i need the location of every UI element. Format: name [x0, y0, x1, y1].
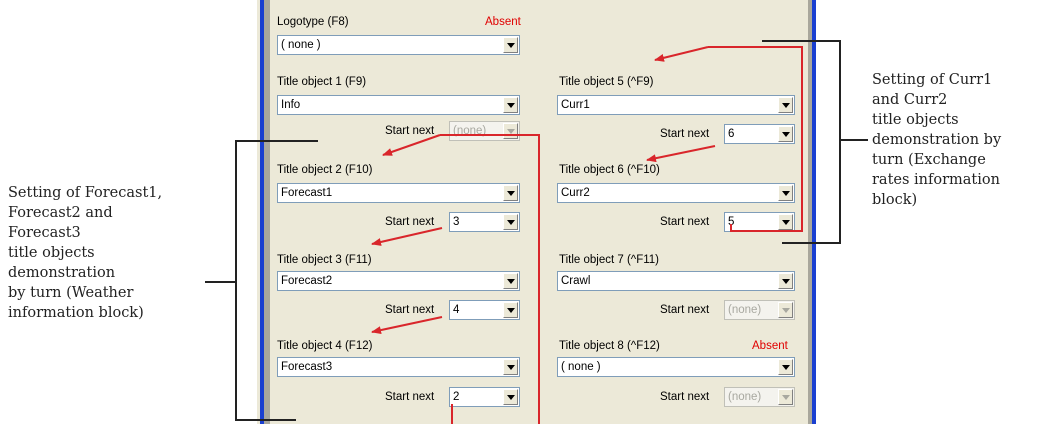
chevron-down-icon [778, 389, 793, 405]
title-object-8-start-next-select: (none) [724, 387, 795, 407]
title-object-1-start-next-value: (none) [453, 125, 487, 137]
title-object-4-start-next-value: 2 [453, 391, 460, 403]
chevron-down-icon[interactable] [778, 214, 793, 230]
title-object-8-label: Title object 8 (^F12) [559, 340, 660, 352]
chevron-down-icon[interactable] [778, 97, 793, 113]
title-object-2-select[interactable]: Forecast1 [277, 183, 520, 203]
logotype-absent-status: Absent [485, 16, 521, 28]
title-objects-panel: Logotype (F8) Absent ( none ) Title obje… [257, 0, 821, 424]
chevron-down-icon[interactable] [503, 185, 518, 201]
weather-annotation: Setting of Forecast1, Forecast2 and Fore… [8, 183, 162, 323]
chevron-down-icon[interactable] [778, 359, 793, 375]
title-object-5-start-next-select[interactable]: 6 [724, 124, 795, 144]
title-object-6-label: Title object 6 (^F10) [559, 164, 660, 176]
chevron-down-icon[interactable] [778, 273, 793, 289]
exchange-rates-annotation-line: title objects [872, 112, 959, 128]
title-object-7-select[interactable]: Crawl [557, 271, 795, 291]
weather-annotation-line: by turn (Weather [8, 285, 134, 301]
panel-right-border [812, 0, 816, 424]
chevron-down-icon[interactable] [503, 359, 518, 375]
logotype-label: Logotype (F8) [277, 16, 349, 28]
exchange-rates-annotation-line: demonstration by [872, 132, 1002, 148]
title-object-2-label: Title object 2 (F10) [277, 164, 373, 176]
title-object-5-start-next-label: Start next [660, 128, 710, 140]
chevron-down-icon [503, 123, 518, 139]
title-object-7-label: Title object 7 (^F11) [559, 254, 659, 266]
title-object-1-value: Info [281, 99, 301, 111]
chevron-down-icon[interactable] [778, 185, 793, 201]
chevron-down-icon [778, 302, 793, 318]
exchange-rates-annotation: Setting of Curr1 and Curr2 title objects… [872, 70, 1001, 210]
title-object-8-start-next-value: (none) [728, 391, 762, 403]
title-object-6-start-next-label: Start next [660, 216, 710, 228]
title-object-1-select[interactable]: Info [277, 95, 520, 115]
title-object-8-start-next-label: Start next [660, 391, 710, 403]
title-object-2-start-next-value: 3 [453, 216, 460, 228]
weather-annotation-line: information block) [8, 305, 144, 321]
title-object-7-start-next-value: (none) [728, 304, 762, 316]
title-object-1-start-next-select: (none) [449, 121, 520, 141]
title-object-8-absent-status: Absent [752, 340, 788, 352]
logotype-value: ( none ) [281, 39, 321, 51]
title-object-5-value: Curr1 [561, 99, 590, 111]
title-object-3-start-next-value: 4 [453, 304, 460, 316]
title-object-7-start-next-label: Start next [660, 304, 710, 316]
exchange-rates-annotation-line: block) [872, 192, 918, 208]
title-object-6-start-next-value: 5 [728, 216, 735, 228]
title-object-2-value: Forecast1 [281, 187, 333, 199]
chevron-down-icon[interactable] [503, 273, 518, 289]
chevron-down-icon[interactable] [503, 302, 518, 318]
title-object-2-start-next-label: Start next [385, 216, 435, 228]
logotype-select[interactable]: ( none ) [277, 35, 520, 55]
title-object-4-value: Forecast3 [281, 361, 333, 373]
title-object-8-value: ( none ) [561, 361, 601, 373]
title-object-8-select[interactable]: ( none ) [557, 357, 795, 377]
title-object-5-label: Title object 5 (^F9) [559, 76, 654, 88]
title-object-5-start-next-value: 6 [728, 128, 735, 140]
title-object-4-start-next-label: Start next [385, 391, 435, 403]
exchange-rates-annotation-line: and Curr2 [872, 92, 948, 108]
weather-annotation-line: Setting of Forecast1, [8, 185, 163, 201]
title-object-3-start-next-label: Start next [385, 304, 435, 316]
chevron-down-icon[interactable] [778, 126, 793, 142]
title-object-4-select[interactable]: Forecast3 [277, 357, 520, 377]
title-object-6-select[interactable]: Curr2 [557, 183, 795, 203]
title-object-3-label: Title object 3 (F11) [277, 254, 372, 266]
exchange-rates-annotation-line: Setting of Curr1 [872, 72, 993, 88]
chevron-down-icon[interactable] [503, 214, 518, 230]
title-object-3-select[interactable]: Forecast2 [277, 271, 520, 291]
title-object-4-start-next-select[interactable]: 2 [449, 387, 520, 407]
title-object-2-start-next-select[interactable]: 3 [449, 212, 520, 232]
title-object-5-select[interactable]: Curr1 [557, 95, 795, 115]
title-object-3-start-next-select[interactable]: 4 [449, 300, 520, 320]
chevron-down-icon[interactable] [503, 37, 518, 53]
title-object-6-value: Curr2 [561, 187, 590, 199]
exchange-rates-annotation-line: turn (Exchange [872, 152, 986, 168]
weather-annotation-line: Forecast2 and [8, 205, 113, 221]
title-object-7-value: Crawl [561, 275, 591, 287]
weather-annotation-line: title objects [8, 245, 95, 261]
weather-annotation-line: demonstration [8, 265, 116, 281]
title-object-7-start-next-select: (none) [724, 300, 795, 320]
title-object-3-value: Forecast2 [281, 275, 333, 287]
title-object-1-label: Title object 1 (F9) [277, 76, 367, 88]
chevron-down-icon[interactable] [503, 97, 518, 113]
title-object-1-start-next-label: Start next [385, 125, 435, 137]
title-object-4-label: Title object 4 (F12) [277, 340, 373, 352]
chevron-down-icon[interactable] [503, 389, 518, 405]
exchange-rates-annotation-line: rates information [872, 172, 1000, 188]
title-object-6-start-next-select[interactable]: 5 [724, 212, 795, 232]
weather-annotation-line: Forecast3 [8, 225, 81, 241]
